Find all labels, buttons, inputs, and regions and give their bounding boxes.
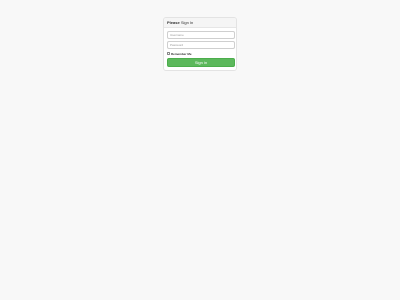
login-page: Please Sign In Remember Me Sign in	[0, 0, 400, 300]
panel-heading: Please Sign In	[164, 18, 236, 28]
remember-me-label: Remember Me	[171, 51, 192, 56]
heading-text: Sign In	[180, 20, 194, 25]
login-panel: Please Sign In Remember Me Sign in	[163, 17, 237, 71]
login-form: Remember Me Sign in	[164, 28, 236, 67]
password-input[interactable]	[167, 41, 235, 49]
username-input[interactable]	[167, 31, 235, 39]
heading-strong-text: Please	[167, 20, 180, 25]
signin-button[interactable]: Sign in	[167, 58, 235, 67]
remember-me-row[interactable]: Remember Me	[167, 51, 233, 56]
remember-me-checkbox[interactable]	[167, 52, 170, 55]
